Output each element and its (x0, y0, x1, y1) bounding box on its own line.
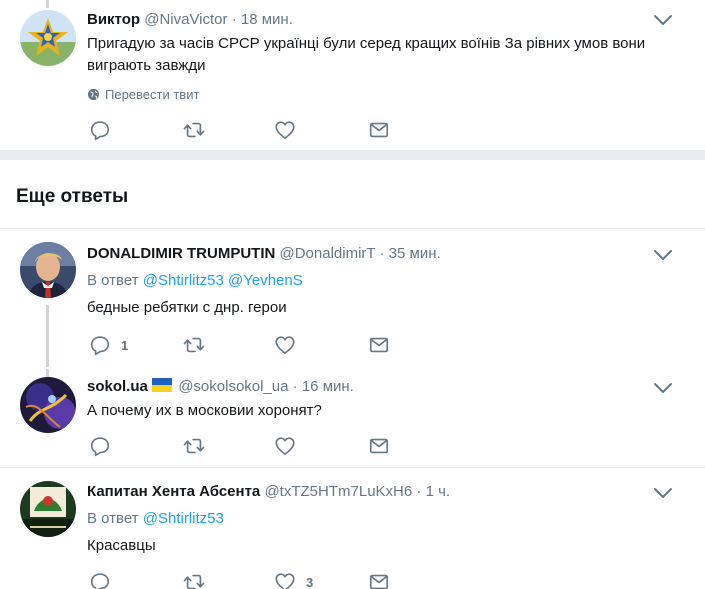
like-button[interactable]: 3 (274, 570, 313, 589)
display-name[interactable]: sokol.ua (87, 378, 148, 395)
direct-message-button[interactable] (368, 333, 390, 357)
chevron-down-icon[interactable] (652, 381, 674, 395)
thread-line (46, 305, 49, 367)
timestamp[interactable]: 35 мин. (389, 245, 441, 262)
mention-link[interactable]: @YevhenS (228, 272, 303, 289)
envelope-icon (368, 571, 390, 589)
direct-message-button[interactable] (368, 570, 390, 589)
separator-dot: · (292, 378, 298, 395)
retweet-icon (183, 119, 205, 141)
reply-button[interactable] (89, 118, 121, 142)
reply-count: 1 (121, 337, 129, 353)
reply-icon (89, 571, 111, 589)
reply-tweet[interactable]: DONALDIMIR TRUMPUTIN @DonaldimirT · 35 м… (0, 229, 705, 369)
tweet-actions (87, 118, 407, 142)
avatar[interactable] (20, 10, 76, 66)
ukraine-flag-icon (152, 378, 173, 392)
like-count: 3 (306, 574, 314, 589)
thread-line (46, 0, 49, 8)
reply-tweet[interactable]: Капитан Хента Абсента @txTZ5HTm7LuKxH6 ·… (0, 468, 705, 589)
like-button[interactable] (274, 434, 306, 458)
heart-icon (274, 435, 296, 457)
envelope-icon (368, 435, 390, 457)
reply-context: В ответ @Shtirlitz53 @YevhenS (87, 272, 303, 289)
separator-dot: · (231, 11, 237, 28)
tweet-text: бедные ребятки с днр. герои (87, 299, 287, 316)
reply-icon (89, 435, 111, 457)
avatar-image (20, 242, 76, 298)
retweet-icon (183, 435, 205, 457)
reply-button[interactable] (89, 570, 121, 589)
retweet-icon (183, 571, 205, 589)
tweet-header: Виктор @NivaVictor · 18 мин. (87, 11, 293, 28)
like-button[interactable] (274, 118, 306, 142)
tweet-text: Красавцы (87, 537, 156, 554)
separator-dot: · (416, 483, 422, 500)
tweet-header: DONALDIMIR TRUMPUTIN @DonaldimirT · 35 м… (87, 245, 441, 262)
reply-button[interactable] (89, 434, 121, 458)
display-name[interactable]: Виктор (87, 11, 140, 28)
timestamp[interactable]: 1 ч. (426, 483, 451, 500)
mention-link[interactable]: @Shtirlitz53 (143, 510, 224, 527)
tweet-actions (87, 434, 407, 458)
timestamp[interactable]: 18 мин. (241, 11, 293, 28)
reply-context: В ответ @Shtirlitz53 (87, 510, 224, 527)
like-button[interactable] (274, 333, 306, 357)
chevron-down-icon[interactable] (652, 13, 674, 27)
tweet-actions: 3 (87, 570, 407, 589)
globe-icon (87, 88, 100, 101)
tweet[interactable]: Виктор @NivaVictor · 18 мин. Пригадую за… (0, 0, 705, 150)
reply-prefix: В ответ (87, 272, 139, 289)
envelope-icon (368, 119, 390, 141)
translate-label[interactable]: Перевести твит (105, 87, 199, 102)
reply-tweet[interactable]: sokol.ua @sokolsokol_ua · 16 мин. А поче… (0, 369, 705, 467)
tweet-actions: 1 (87, 333, 407, 357)
tweet-header: Капитан Хента Абсента @txTZ5HTm7LuKxH6 ·… (87, 483, 450, 500)
reply-button[interactable]: 1 (89, 333, 128, 357)
avatar[interactable] (20, 481, 76, 537)
reply-icon (89, 334, 111, 356)
direct-message-button[interactable] (368, 434, 390, 458)
user-handle[interactable]: @DonaldimirT (280, 245, 376, 262)
reply-icon (89, 119, 111, 141)
tweet-header: sokol.ua @sokolsokol_ua · 16 мин. (87, 378, 354, 395)
section-title: Еще ответы (16, 186, 129, 207)
translate-link[interactable]: Перевести твит (87, 87, 199, 102)
display-name[interactable]: Капитан Хента Абсента (87, 483, 260, 500)
avatar[interactable] (20, 377, 76, 433)
chevron-down-icon[interactable] (652, 486, 674, 500)
chevron-down-icon[interactable] (652, 248, 674, 262)
envelope-icon (368, 334, 390, 356)
tweet-text: Пригадую за часів СРСР українці були сер… (87, 35, 646, 74)
avatar[interactable] (20, 242, 76, 298)
user-handle[interactable]: @NivaVictor (144, 11, 227, 28)
timestamp[interactable]: 16 мин. (302, 378, 354, 395)
avatar-image (20, 481, 76, 537)
reply-prefix: В ответ (87, 510, 139, 527)
retweet-button[interactable] (183, 118, 215, 142)
mention-link[interactable]: @Shtirlitz53 (143, 272, 224, 289)
thread-line (46, 369, 49, 377)
retweet-icon (183, 334, 205, 356)
heart-icon (274, 334, 296, 356)
retweet-button[interactable] (183, 333, 205, 357)
separator-dot: · (379, 245, 385, 262)
retweet-button[interactable] (183, 570, 205, 589)
retweet-button[interactable] (183, 434, 205, 458)
avatar-image (20, 10, 76, 66)
flag-graphic (152, 378, 173, 392)
section-separator (0, 150, 705, 160)
heart-icon (274, 571, 296, 589)
user-handle[interactable]: @txTZ5HTm7LuKxH6 (264, 483, 412, 500)
display-name[interactable]: DONALDIMIR TRUMPUTIN (87, 245, 275, 262)
direct-message-button[interactable] (368, 118, 390, 142)
heart-icon (274, 119, 296, 141)
avatar-image (20, 377, 76, 433)
tweet-text: А почему их в московии хоронят? (87, 402, 322, 419)
user-handle[interactable]: @sokolsokol_ua (178, 378, 288, 395)
